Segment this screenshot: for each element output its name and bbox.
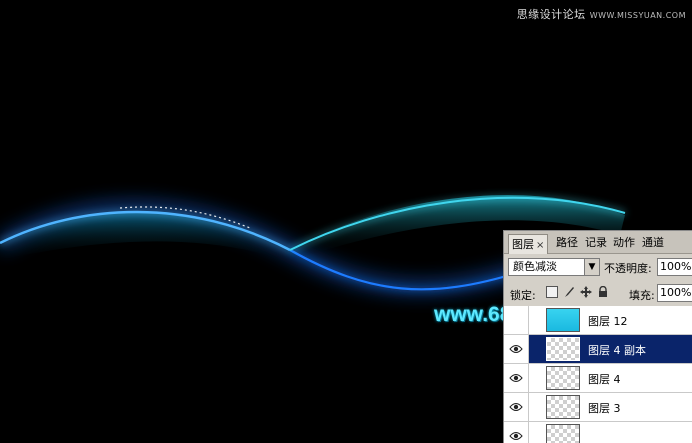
layer-name: 图层 12 (588, 315, 628, 328)
eye-icon (509, 345, 523, 353)
watermark-en: WWW.MISSYUAN.COM (589, 11, 686, 20)
layer-name: 图层 3 (588, 402, 621, 415)
blend-mode-select[interactable]: 颜色减淡 ▼ (508, 258, 600, 276)
eye-icon (509, 374, 523, 382)
eye-icon (509, 432, 523, 440)
layer-thumbnail (546, 366, 580, 390)
layer-thumbnail (546, 308, 580, 332)
tab-channels[interactable]: 通道 (642, 235, 664, 251)
layer-row-12[interactable]: 图层 12 (504, 306, 692, 335)
visibility-toggle[interactable] (504, 364, 529, 392)
blend-mode-value: 颜色减淡 (513, 260, 557, 273)
close-icon[interactable]: × (536, 240, 544, 251)
lock-label: 锁定: (510, 289, 536, 302)
visibility-toggle[interactable] (504, 335, 529, 363)
lock-all-icon[interactable] (597, 285, 609, 298)
visibility-toggle[interactable] (504, 306, 529, 334)
tab-paths[interactable]: 路径 (556, 235, 578, 251)
fill-input[interactable]: 100% (657, 284, 692, 302)
eye-icon (509, 403, 523, 411)
layer-row-4-copy[interactable]: 图层 4 副本 (504, 335, 692, 364)
layer-thumbnail (546, 424, 580, 443)
layer-row-3[interactable]: 图层 3 (504, 393, 692, 422)
lock-transparent-icon[interactable] (546, 286, 558, 298)
visibility-toggle[interactable] (504, 393, 529, 421)
opacity-label: 不透明度: (604, 262, 652, 275)
layer-row-4[interactable]: 图层 4 (504, 364, 692, 393)
tab-history[interactable]: 记录 (585, 235, 607, 251)
chevron-down-icon[interactable]: ▼ (584, 259, 599, 275)
fill-label: 填充: (629, 289, 655, 302)
layer-name: 图层 4 副本 (588, 344, 646, 357)
layers-panel: 图层 × 路径 记录 动作 通道 颜色减淡 ▼ 不透明度: 100% 锁定: 填充… (503, 230, 692, 443)
watermark-cn: 思缘设计论坛 (516, 8, 586, 21)
tab-layers[interactable]: 图层 × (508, 234, 549, 254)
layer-thumbnail (546, 337, 580, 361)
opacity-input[interactable]: 100% (657, 258, 692, 276)
layer-thumbnail (546, 395, 580, 419)
lock-move-icon[interactable] (580, 286, 592, 298)
layer-name: 图层 4 (588, 373, 621, 386)
layers-list: 图层 12 图层 4 副本 图层 4 图层 3 (504, 306, 692, 443)
tab-layers-label: 图层 (512, 238, 534, 251)
watermark-top: 思缘设计论坛 WWW.MISSYUAN.COM (517, 6, 686, 22)
panel-tabs: 图层 × 路径 记录 动作 通道 (504, 231, 692, 254)
lock-brush-icon[interactable] (563, 286, 575, 298)
visibility-toggle[interactable] (504, 422, 529, 443)
tab-actions[interactable]: 动作 (613, 235, 635, 251)
layer-row-partial[interactable] (504, 422, 692, 443)
